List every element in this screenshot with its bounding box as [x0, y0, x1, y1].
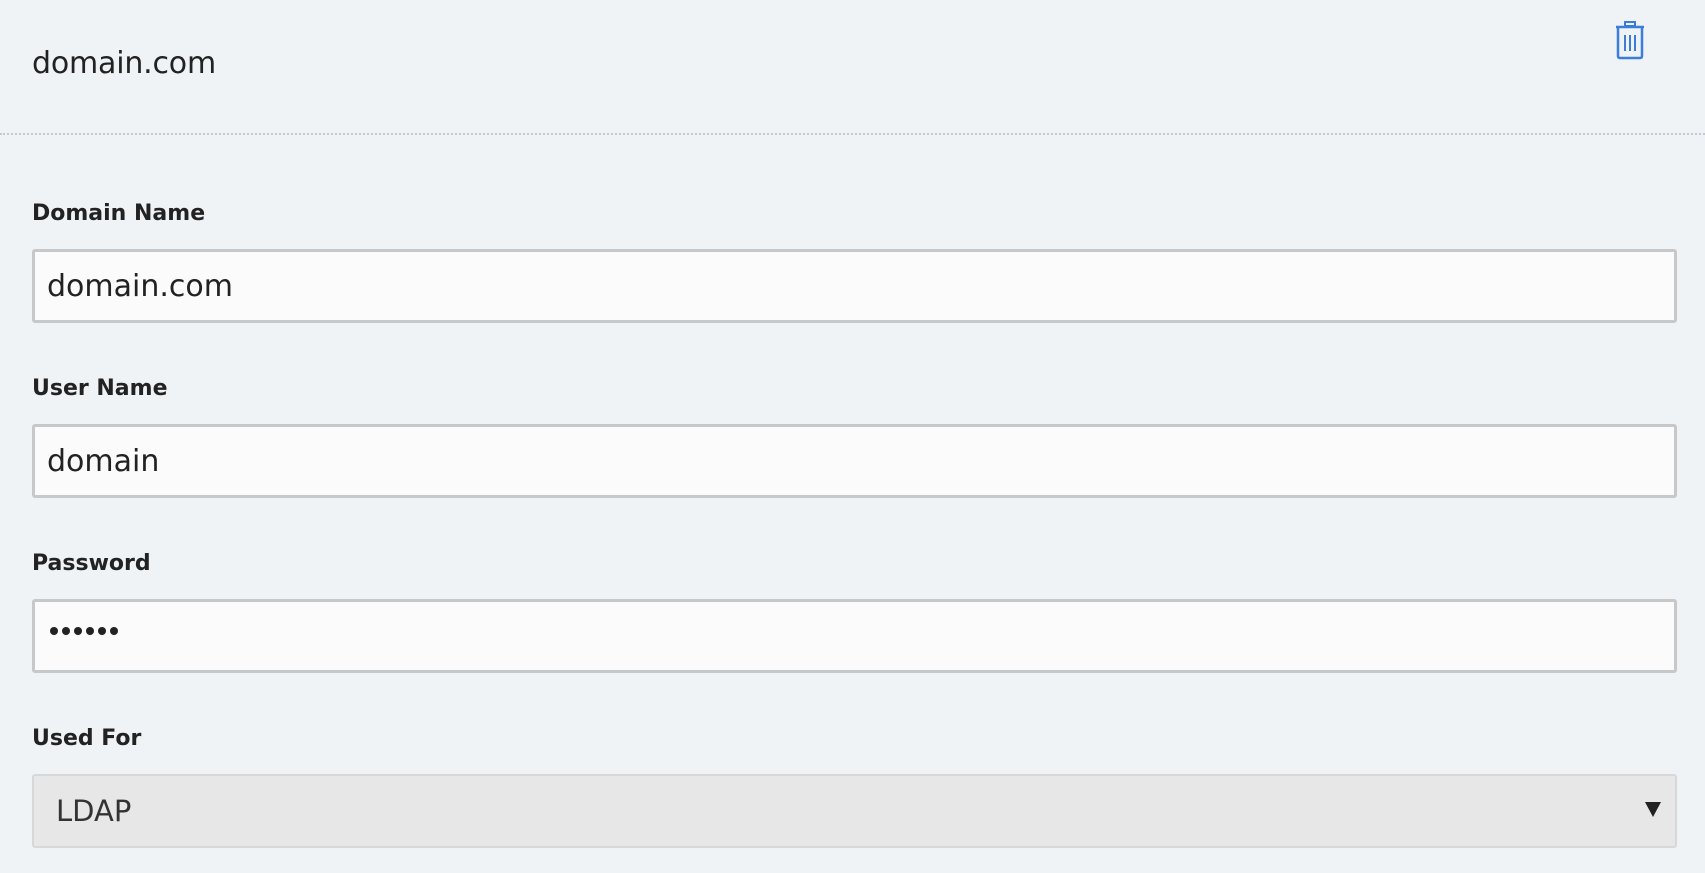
caret-down-icon: [1645, 802, 1661, 817]
password-input[interactable]: ••••••: [32, 599, 1677, 673]
trash-icon: [1616, 21, 1644, 60]
domain-credential-panel: domain.com Domain Name User Name Passwor…: [0, 0, 1705, 873]
domain-name-input[interactable]: [32, 249, 1677, 323]
panel-header: domain.com: [0, 0, 1705, 135]
password-mask: [50, 627, 118, 635]
password-label: Password: [32, 551, 151, 576]
user-name-input[interactable]: [32, 424, 1677, 498]
domain-name-label: Domain Name: [32, 201, 206, 226]
delete-button[interactable]: [1608, 18, 1652, 62]
panel-title: domain.com: [32, 46, 216, 81]
user-name-label: User Name: [32, 376, 168, 401]
used-for-select[interactable]: LDAP: [32, 774, 1677, 848]
used-for-selected-value: LDAP: [56, 794, 132, 828]
used-for-label: Used For: [32, 726, 142, 751]
